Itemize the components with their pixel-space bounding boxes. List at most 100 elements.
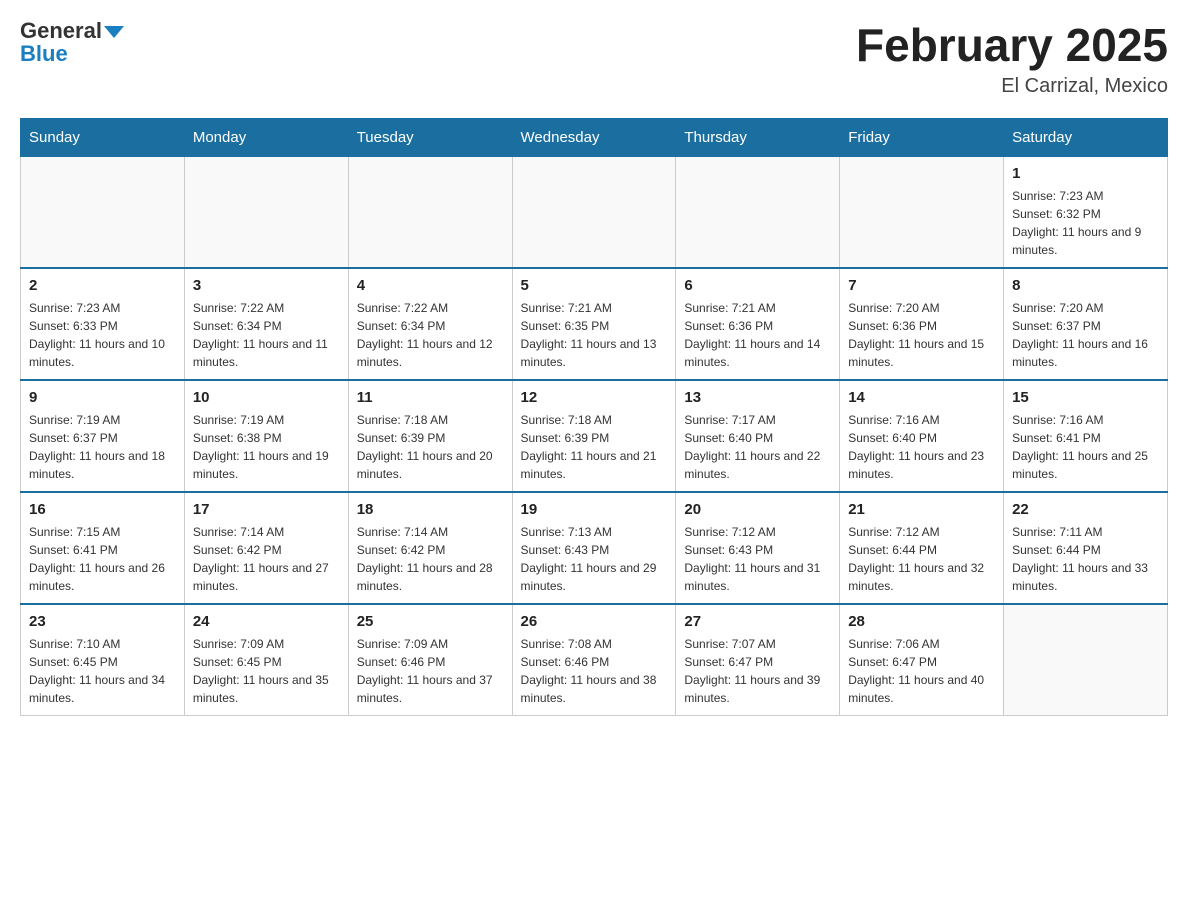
- day-number: 9: [29, 389, 176, 406]
- table-row: 21Sunrise: 7:12 AMSunset: 6:44 PMDayligh…: [840, 492, 1004, 604]
- table-row: 18 Sunrise: 7:14 AMSunset: 6:42 PMDayligh…: [348, 492, 512, 604]
- header-saturday: Saturday: [1004, 118, 1168, 156]
- title-block: February 2025 El Carrizal, Mexico: [856, 20, 1168, 98]
- day-info: Sunrise: 7:06 AMSunset: 6:47 PMDaylight:…: [848, 635, 995, 707]
- header-sunday: Sunday: [21, 118, 185, 156]
- table-row: 17 Sunrise: 7:14 AMSunset: 6:42 PMDayligh…: [184, 492, 348, 604]
- header-wednesday: Wednesday: [512, 118, 676, 156]
- table-row: 14 Sunrise: 7:16 AMSunset: 6:40 PMDayligh…: [840, 380, 1004, 492]
- table-row: 5 Sunrise: 7:21 AMSunset: 6:35 PMDaylight…: [512, 268, 676, 380]
- day-info: Sunrise: 7:19 AMSunset: 6:37 PMDaylight:…: [29, 411, 176, 483]
- day-info: Sunrise: 7:17 AMSunset: 6:40 PMDaylight:…: [684, 411, 831, 483]
- day-number: 16: [29, 501, 176, 518]
- day-number: 3: [193, 277, 340, 294]
- table-row: 3 Sunrise: 7:22 AMSunset: 6:34 PMDaylight…: [184, 268, 348, 380]
- day-info: Sunrise: 7:09 AMSunset: 6:46 PMDaylight:…: [357, 635, 504, 707]
- day-number: 2: [29, 277, 176, 294]
- day-number: 8: [1012, 277, 1159, 294]
- table-row: [676, 156, 840, 268]
- day-number: 27: [684, 613, 831, 630]
- day-number: 5: [521, 277, 668, 294]
- day-info: Sunrise: 7:18 AMSunset: 6:39 PMDaylight:…: [521, 411, 668, 483]
- day-info: Sunrise: 7:13 AMSunset: 6:43 PMDaylight:…: [521, 523, 668, 595]
- calendar-week-1: 1 Sunrise: 7:23 AMSunset: 6:32 PMDaylight…: [21, 156, 1168, 268]
- table-row: 27Sunrise: 7:07 AMSunset: 6:47 PMDayligh…: [676, 604, 840, 716]
- calendar-week-5: 23 Sunrise: 7:10 AMSunset: 6:45 PMDayligh…: [21, 604, 1168, 716]
- logo-text: General: [20, 20, 124, 43]
- weekday-header-row: Sunday Monday Tuesday Wednesday Thursday…: [21, 118, 1168, 156]
- table-row: 26 Sunrise: 7:08 AMSunset: 6:46 PMDayligh…: [512, 604, 676, 716]
- day-info: Sunrise: 7:20 AMSunset: 6:36 PMDaylight:…: [848, 299, 995, 371]
- calendar-week-3: 9 Sunrise: 7:19 AMSunset: 6:37 PMDaylight…: [21, 380, 1168, 492]
- table-row: 20 Sunrise: 7:12 AMSunset: 6:43 PMDayligh…: [676, 492, 840, 604]
- table-row: 9 Sunrise: 7:19 AMSunset: 6:37 PMDaylight…: [21, 380, 185, 492]
- day-info: Sunrise: 7:14 AMSunset: 6:42 PMDaylight:…: [357, 523, 504, 595]
- table-row: [21, 156, 185, 268]
- header-tuesday: Tuesday: [348, 118, 512, 156]
- day-info: Sunrise: 7:19 AMSunset: 6:38 PMDaylight:…: [193, 411, 340, 483]
- day-number: 15: [1012, 389, 1159, 406]
- table-row: 8 Sunrise: 7:20 AMSunset: 6:37 PMDaylight…: [1004, 268, 1168, 380]
- day-number: 21: [848, 501, 995, 518]
- day-info: Sunrise: 7:23 AMSunset: 6:32 PMDaylight:…: [1012, 187, 1159, 259]
- table-row: [512, 156, 676, 268]
- day-number: 11: [357, 389, 504, 406]
- table-row: 19 Sunrise: 7:13 AMSunset: 6:43 PMDayligh…: [512, 492, 676, 604]
- header-thursday: Thursday: [676, 118, 840, 156]
- logo-blue: Blue: [20, 43, 68, 65]
- table-row: 12 Sunrise: 7:18 AMSunset: 6:39 PMDayligh…: [512, 380, 676, 492]
- day-number: 13: [684, 389, 831, 406]
- calendar-table: Sunday Monday Tuesday Wednesday Thursday…: [20, 118, 1168, 716]
- header-monday: Monday: [184, 118, 348, 156]
- day-number: 4: [357, 277, 504, 294]
- table-row: 15 Sunrise: 7:16 AMSunset: 6:41 PMDayligh…: [1004, 380, 1168, 492]
- day-info: Sunrise: 7:22 AMSunset: 6:34 PMDaylight:…: [193, 299, 340, 371]
- table-row: [184, 156, 348, 268]
- table-row: 1 Sunrise: 7:23 AMSunset: 6:32 PMDaylight…: [1004, 156, 1168, 268]
- day-info: Sunrise: 7:21 AMSunset: 6:36 PMDaylight:…: [684, 299, 831, 371]
- logo-general: General: [20, 18, 102, 43]
- day-number: 26: [521, 613, 668, 630]
- day-number: 23: [29, 613, 176, 630]
- day-number: 6: [684, 277, 831, 294]
- day-number: 1: [1012, 165, 1159, 182]
- calendar-week-2: 2 Sunrise: 7:23 AMSunset: 6:33 PMDaylight…: [21, 268, 1168, 380]
- table-row: 2 Sunrise: 7:23 AMSunset: 6:33 PMDaylight…: [21, 268, 185, 380]
- day-info: Sunrise: 7:08 AMSunset: 6:46 PMDaylight:…: [521, 635, 668, 707]
- day-info: Sunrise: 7:23 AMSunset: 6:33 PMDaylight:…: [29, 299, 176, 371]
- day-info: Sunrise: 7:21 AMSunset: 6:35 PMDaylight:…: [521, 299, 668, 371]
- table-row: 24 Sunrise: 7:09 AMSunset: 6:45 PMDayligh…: [184, 604, 348, 716]
- table-row: 28 Sunrise: 7:06 AMSunset: 6:47 PMDayligh…: [840, 604, 1004, 716]
- day-number: 20: [684, 501, 831, 518]
- day-info: Sunrise: 7:11 AMSunset: 6:44 PMDaylight:…: [1012, 523, 1159, 595]
- day-number: 19: [521, 501, 668, 518]
- calendar-week-4: 16 Sunrise: 7:15 AMSunset: 6:41 PMDayligh…: [21, 492, 1168, 604]
- table-row: 25Sunrise: 7:09 AMSunset: 6:46 PMDayligh…: [348, 604, 512, 716]
- day-info: Sunrise: 7:15 AMSunset: 6:41 PMDaylight:…: [29, 523, 176, 595]
- table-row: 22 Sunrise: 7:11 AMSunset: 6:44 PMDayligh…: [1004, 492, 1168, 604]
- day-info: Sunrise: 7:16 AMSunset: 6:40 PMDaylight:…: [848, 411, 995, 483]
- day-number: 17: [193, 501, 340, 518]
- day-number: 10: [193, 389, 340, 406]
- day-number: 14: [848, 389, 995, 406]
- table-row: 16 Sunrise: 7:15 AMSunset: 6:41 PMDayligh…: [21, 492, 185, 604]
- table-row: 13 Sunrise: 7:17 AMSunset: 6:40 PMDayligh…: [676, 380, 840, 492]
- day-info: Sunrise: 7:12 AMSunset: 6:43 PMDaylight:…: [684, 523, 831, 595]
- table-row: 11Sunrise: 7:18 AMSunset: 6:39 PMDayligh…: [348, 380, 512, 492]
- day-info: Sunrise: 7:14 AMSunset: 6:42 PMDaylight:…: [193, 523, 340, 595]
- day-number: 18: [357, 501, 504, 518]
- logo: General Blue: [20, 20, 124, 65]
- day-info: Sunrise: 7:09 AMSunset: 6:45 PMDaylight:…: [193, 635, 340, 707]
- day-number: 12: [521, 389, 668, 406]
- table-row: [840, 156, 1004, 268]
- day-number: 22: [1012, 501, 1159, 518]
- day-number: 28: [848, 613, 995, 630]
- day-info: Sunrise: 7:20 AMSunset: 6:37 PMDaylight:…: [1012, 299, 1159, 371]
- day-info: Sunrise: 7:10 AMSunset: 6:45 PMDaylight:…: [29, 635, 176, 707]
- day-number: 7: [848, 277, 995, 294]
- table-row: 10 Sunrise: 7:19 AMSunset: 6:38 PMDayligh…: [184, 380, 348, 492]
- day-number: 24: [193, 613, 340, 630]
- header-friday: Friday: [840, 118, 1004, 156]
- calendar-subtitle: El Carrizal, Mexico: [856, 75, 1168, 98]
- day-info: Sunrise: 7:16 AMSunset: 6:41 PMDaylight:…: [1012, 411, 1159, 483]
